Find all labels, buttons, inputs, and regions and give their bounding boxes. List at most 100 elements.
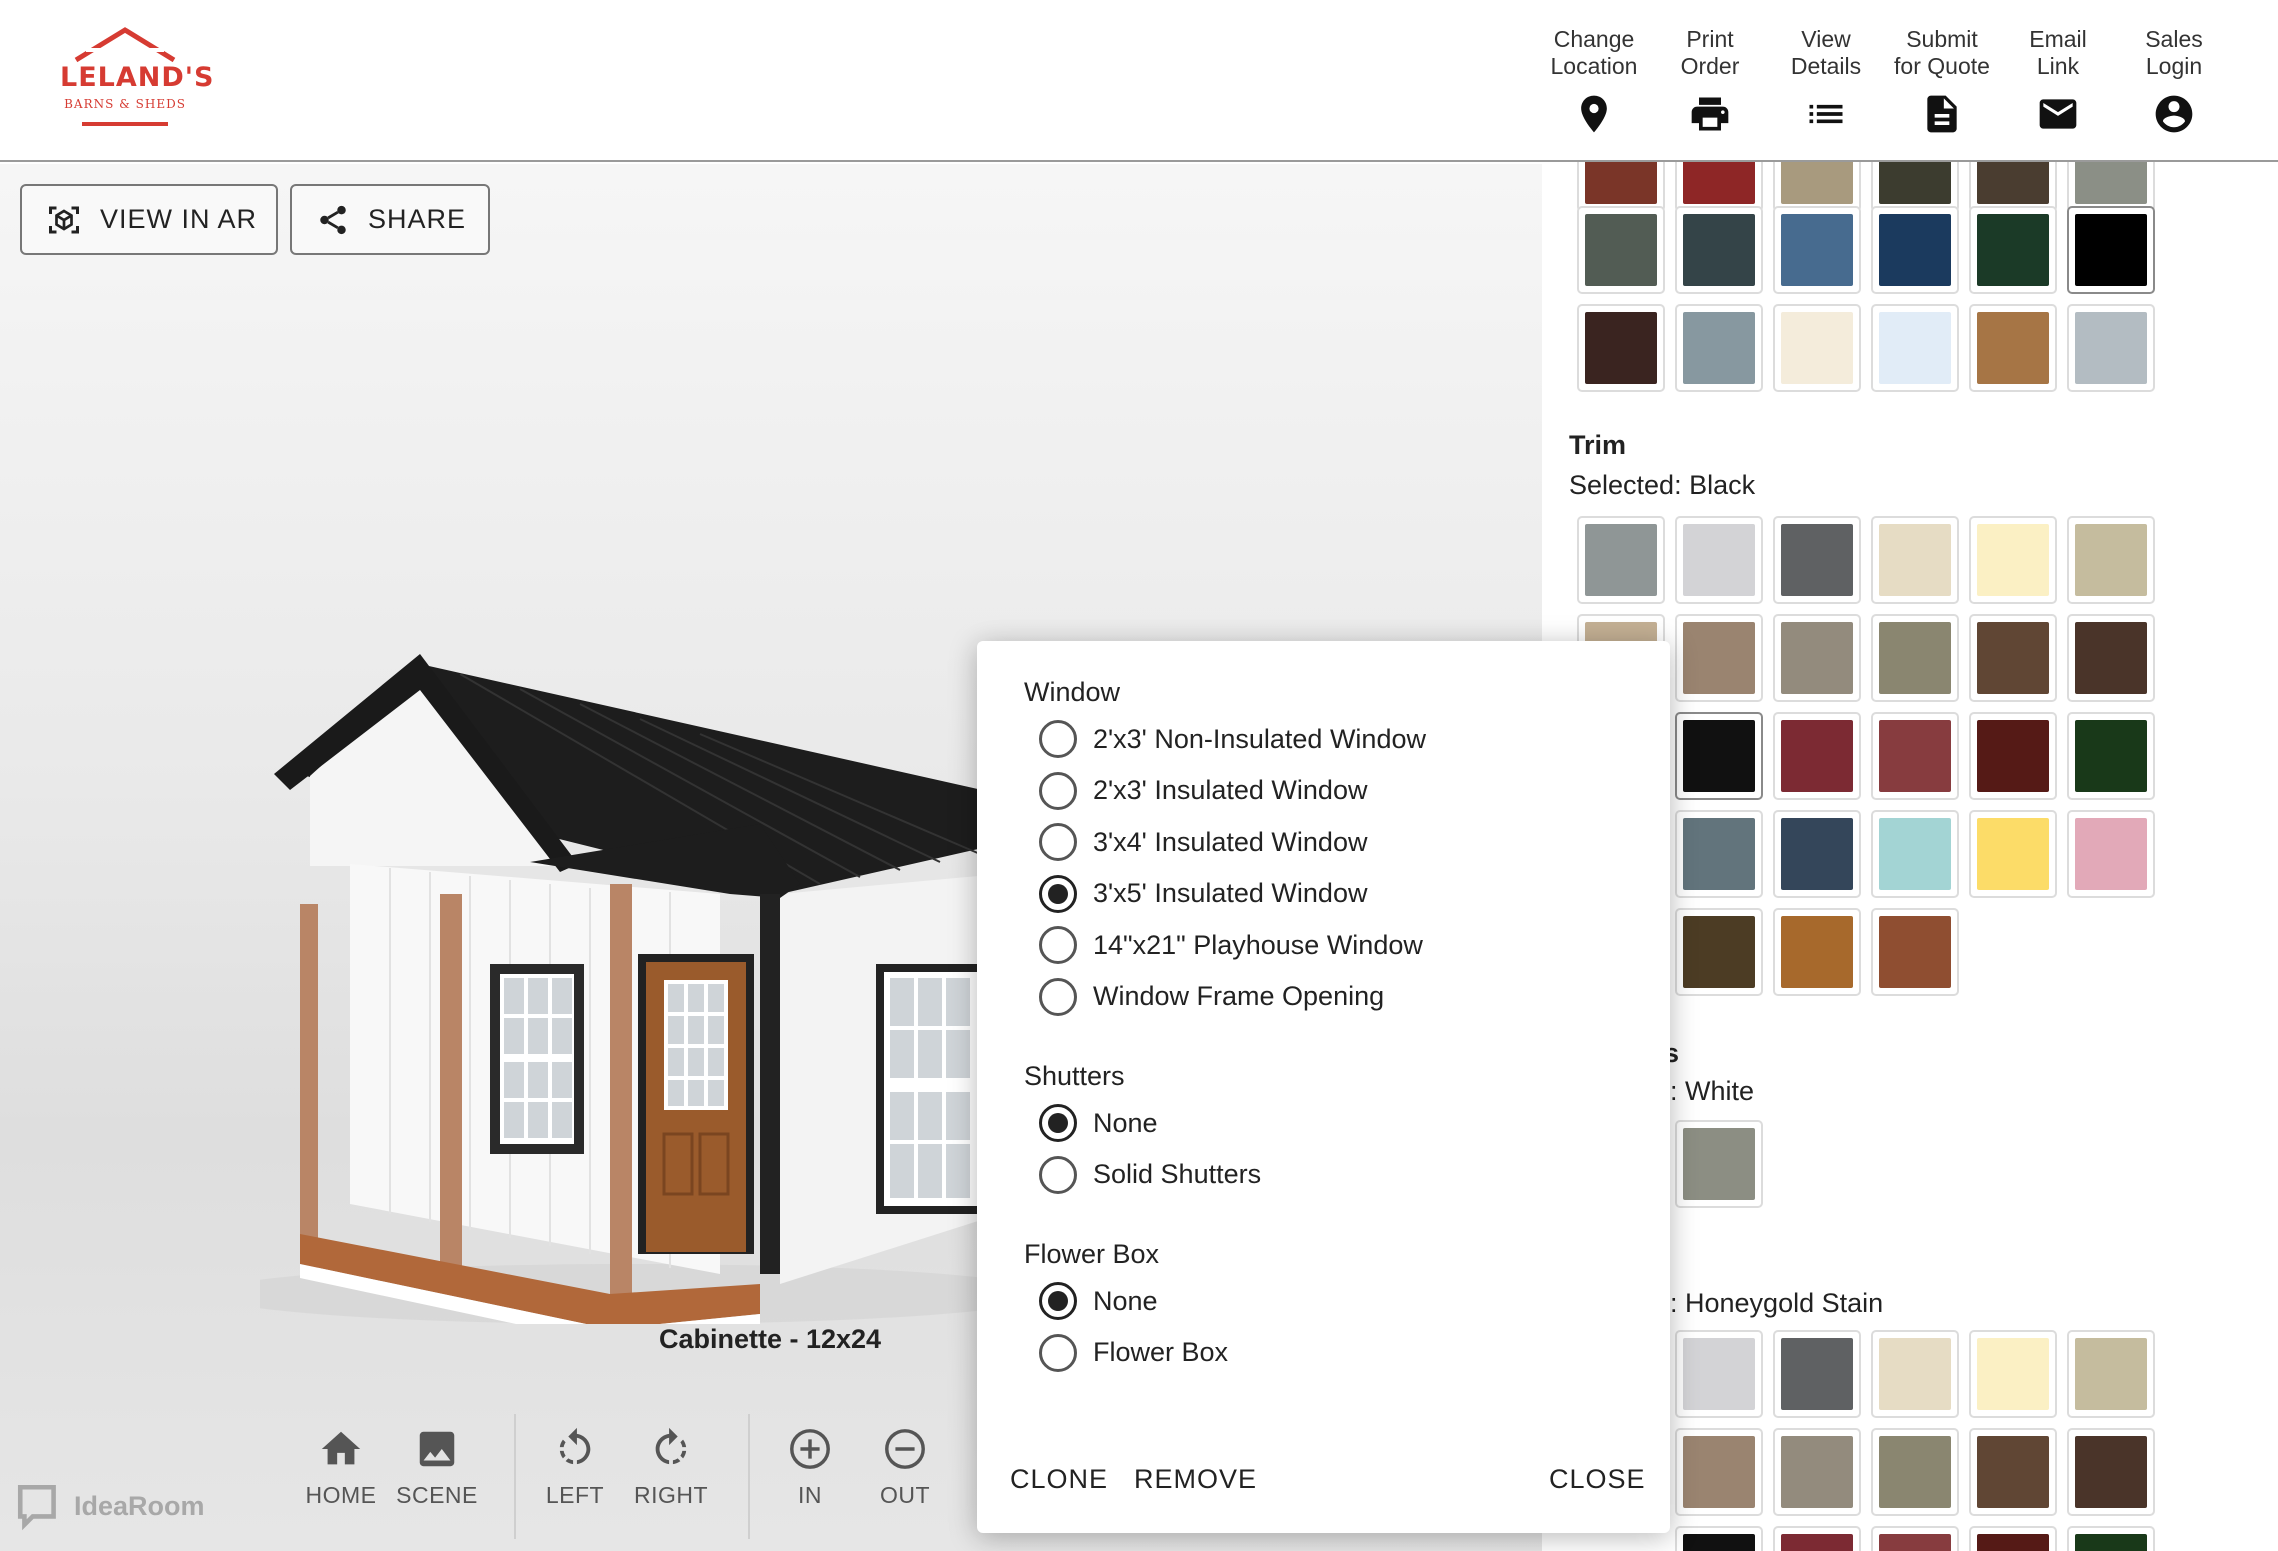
color-swatch[interactable] <box>1675 206 1763 294</box>
view-in-ar-button[interactable]: VIEW IN AR <box>20 184 278 255</box>
radio-option[interactable]: 2'x3' Insulated Window <box>1039 771 1367 811</box>
color-swatch[interactable] <box>1675 810 1763 898</box>
color-swatch[interactable] <box>1969 712 2057 800</box>
color-swatch[interactable] <box>1871 712 1959 800</box>
color-swatch[interactable] <box>1871 516 1959 604</box>
color-swatch[interactable] <box>1871 614 1959 702</box>
color-swatch[interactable] <box>2067 1428 2155 1516</box>
zoom-out-control[interactable]: OUT <box>860 1426 950 1509</box>
color-swatch[interactable] <box>1773 614 1861 702</box>
zoom-in-control[interactable]: IN <box>765 1426 855 1509</box>
home-control[interactable]: HOME <box>296 1426 386 1509</box>
color-swatch[interactable] <box>1871 1330 1959 1418</box>
color-swatch[interactable] <box>1871 162 1959 212</box>
color-swatch[interactable] <box>1773 516 1861 604</box>
color-swatch[interactable] <box>2067 712 2155 800</box>
color-swatch[interactable] <box>2067 810 2155 898</box>
color-swatch[interactable] <box>1577 162 1665 212</box>
view-details-button[interactable]: View Details <box>1766 26 1886 136</box>
radio-option[interactable]: Flower Box <box>1039 1333 1228 1373</box>
color-swatch[interactable] <box>2067 304 2155 392</box>
submit-for-quote-button[interactable]: Submit for Quote <box>1882 26 2002 136</box>
radio-option[interactable]: None <box>1039 1281 1158 1321</box>
color-swatch[interactable] <box>1871 1526 1959 1551</box>
color-swatch[interactable] <box>1577 206 1665 294</box>
color-swatch[interactable] <box>1969 614 2057 702</box>
color-swatch[interactable] <box>1675 516 1763 604</box>
color-swatch[interactable] <box>1675 712 1763 800</box>
color-swatch[interactable] <box>1871 908 1959 996</box>
radio-unchecked-icon[interactable] <box>1039 823 1077 861</box>
color-swatch[interactable] <box>1675 614 1763 702</box>
color-swatch[interactable] <box>1773 712 1861 800</box>
color-swatch[interactable] <box>1969 1428 2057 1516</box>
email-link-button[interactable]: Email Link <box>1998 26 2118 136</box>
color-swatch[interactable] <box>1773 908 1861 996</box>
color-swatch[interactable] <box>1773 1428 1861 1516</box>
color-swatch[interactable] <box>1773 1330 1861 1418</box>
color-swatch[interactable] <box>2067 206 2155 294</box>
color-swatch[interactable] <box>1675 162 1763 212</box>
color-swatch[interactable] <box>1675 908 1763 996</box>
color-swatch[interactable] <box>1969 516 2057 604</box>
color-swatch-fill <box>2075 1338 2147 1410</box>
shed-3d-model[interactable] <box>260 594 1000 1324</box>
radio-unchecked-icon[interactable] <box>1039 977 1077 1016</box>
color-swatch[interactable] <box>1969 162 2057 212</box>
color-swatch[interactable] <box>1577 516 1665 604</box>
color-swatch[interactable] <box>1871 206 1959 294</box>
color-swatch[interactable] <box>1675 304 1763 392</box>
radio-option[interactable]: Window Frame Opening <box>1039 977 1384 1017</box>
radio-unchecked-icon[interactable] <box>1039 926 1077 964</box>
color-swatch[interactable] <box>2067 614 2155 702</box>
radio-unchecked-icon[interactable] <box>1039 1333 1077 1372</box>
color-swatch[interactable] <box>1773 1526 1861 1551</box>
lelands-logo[interactable]: LELAND'S BARNS & SHEDS <box>60 26 213 130</box>
radio-checked-icon[interactable] <box>1039 874 1077 913</box>
radio-option[interactable]: 3'x4' Insulated Window <box>1039 822 1367 862</box>
color-swatch[interactable] <box>1675 1526 1763 1551</box>
radio-option[interactable]: Solid Shutters <box>1039 1155 1261 1195</box>
print-order-button[interactable]: Print Order <box>1650 26 1770 136</box>
share-button[interactable]: SHARE <box>290 184 490 255</box>
rotate-right-control[interactable]: RIGHT <box>626 1426 716 1509</box>
sales-login-button[interactable]: Sales Login <box>2114 26 2234 136</box>
color-swatch[interactable] <box>1969 1330 2057 1418</box>
color-swatch[interactable] <box>2067 516 2155 604</box>
radio-option[interactable]: None <box>1039 1103 1158 1143</box>
change-location-button[interactable]: Change Location <box>1534 26 1654 136</box>
color-swatch[interactable] <box>1969 810 2057 898</box>
color-swatch[interactable] <box>1675 1120 1763 1208</box>
scene-control[interactable]: SCENE <box>392 1426 482 1509</box>
color-swatch[interactable] <box>1871 810 1959 898</box>
color-swatch[interactable] <box>1969 304 2057 392</box>
radio-option[interactable]: 2'x3' Non-Insulated Window <box>1039 719 1426 759</box>
radio-checked-icon[interactable] <box>1039 1104 1077 1142</box>
color-swatch[interactable] <box>2067 1526 2155 1551</box>
color-swatch[interactable] <box>1871 1428 1959 1516</box>
color-swatch[interactable] <box>2067 1330 2155 1418</box>
radio-checked-icon[interactable] <box>1039 1282 1077 1320</box>
radio-option[interactable]: 3'x5' Insulated Window <box>1039 874 1367 914</box>
section-selected-fragment: l: Honeygold Stain <box>1664 1288 1884 1318</box>
color-swatch[interactable] <box>1773 206 1861 294</box>
radio-unchecked-icon[interactable] <box>1039 771 1077 810</box>
clone-button[interactable]: CLONE <box>1010 1464 1108 1495</box>
color-swatch[interactable] <box>1773 162 1861 212</box>
color-swatch[interactable] <box>1773 304 1861 392</box>
color-swatch[interactable] <box>1577 304 1665 392</box>
color-swatch[interactable] <box>1969 1526 2057 1551</box>
color-swatch[interactable] <box>1969 206 2057 294</box>
close-button[interactable]: CLOSE <box>1549 1464 1646 1495</box>
color-swatch[interactable] <box>1773 810 1861 898</box>
radio-unchecked-icon[interactable] <box>1039 1155 1077 1194</box>
rotate-left-control[interactable]: LEFT <box>530 1426 620 1509</box>
color-swatch[interactable] <box>1871 304 1959 392</box>
window-options-popup[interactable]: Window 2'x3' Non-Insulated Window 2'x3' I… <box>977 641 1670 1533</box>
remove-button[interactable]: REMOVE <box>1134 1464 1257 1495</box>
radio-unchecked-icon[interactable] <box>1039 720 1077 758</box>
color-swatch[interactable] <box>2067 162 2155 212</box>
color-swatch[interactable] <box>1675 1330 1763 1418</box>
radio-option[interactable]: 14"x21" Playhouse Window <box>1039 925 1423 965</box>
color-swatch[interactable] <box>1675 1428 1763 1516</box>
